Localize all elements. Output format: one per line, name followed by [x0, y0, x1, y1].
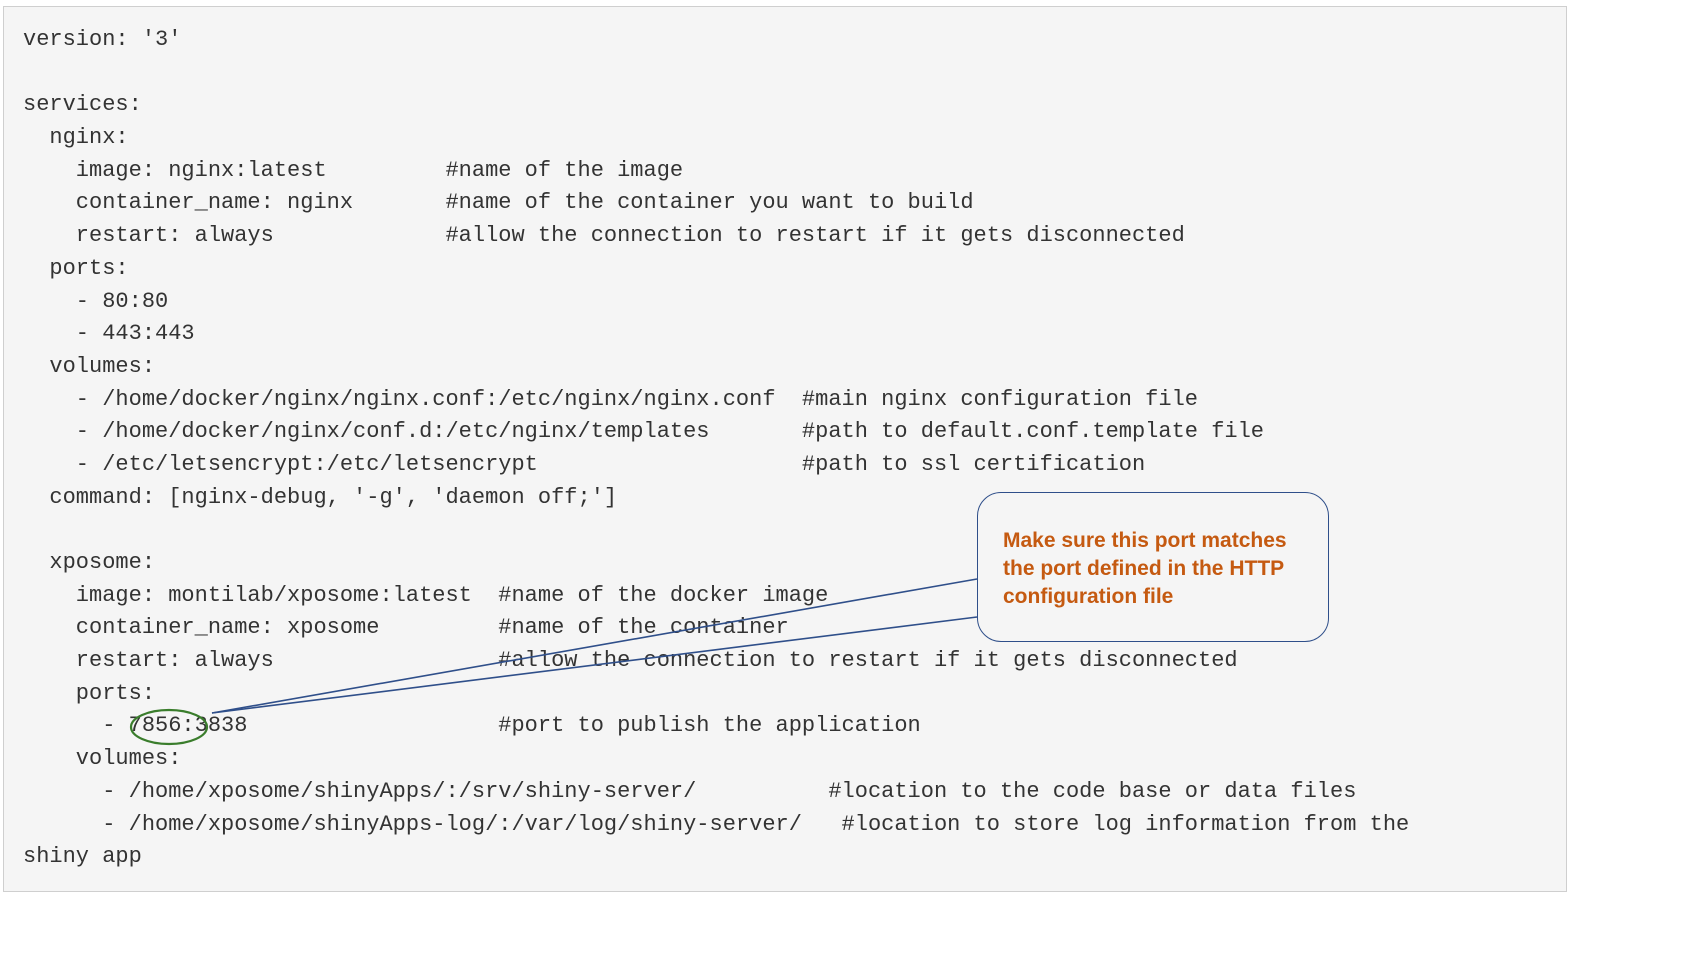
callout-box: Make sure this port matches the port def… — [977, 492, 1329, 642]
code-line: image: nginx:latest #name of the image — [23, 157, 684, 183]
code-line: - 80:80 — [23, 288, 169, 314]
code-line-port-mapping: - 7856:3838 #port to publish the applica… — [23, 713, 921, 739]
code-line: ports: — [23, 255, 129, 281]
code-line: - /home/docker/nginx/conf.d:/etc/nginx/t… — [23, 419, 1265, 445]
code-line: ports: — [23, 680, 156, 706]
code-line: volumes: — [23, 746, 182, 772]
code-line: - /home/docker/nginx/nginx.conf:/etc/ngi… — [23, 386, 1198, 412]
code-line: restart: always #allow the connection to… — [23, 648, 1238, 674]
code-line: volumes: — [23, 353, 156, 379]
code-line: restart: always #allow the connection to… — [23, 223, 1185, 249]
code-line: - /home/xposome/shinyApps/:/srv/shiny-se… — [23, 778, 1357, 804]
code-line: shiny app — [23, 844, 142, 870]
callout-text: Make sure this port matches the port def… — [1003, 529, 1287, 608]
code-line: container_name: nginx #name of the conta… — [23, 190, 974, 216]
code-block: version: '3' services: nginx: image: ngin… — [3, 6, 1567, 892]
code-line: version: '3' — [23, 27, 182, 52]
code-line: - 443:443 — [23, 321, 195, 347]
code-line: nginx: — [23, 125, 129, 151]
code-line: services: — [23, 92, 142, 118]
code-text: version: '3' services: nginx: image: ngin… — [23, 24, 1409, 874]
code-line: - /home/xposome/shinyApps-log/:/var/log/… — [23, 811, 1410, 837]
code-line: - /etc/letsencrypt:/etc/letsencrypt #pat… — [23, 451, 1146, 477]
